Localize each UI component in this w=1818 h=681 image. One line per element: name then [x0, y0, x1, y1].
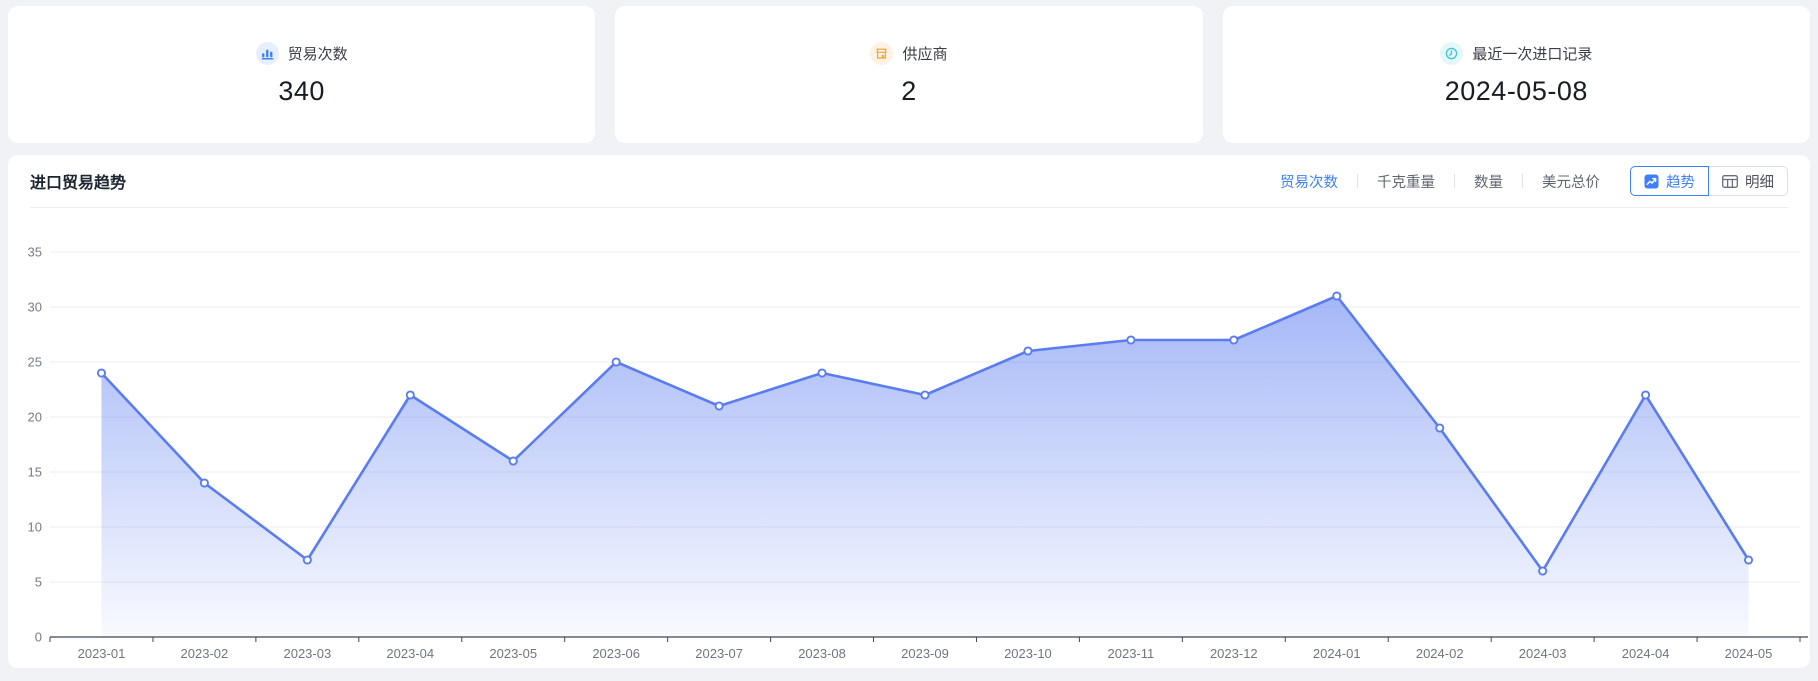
tab-kg-weight[interactable]: 千克重量: [1377, 169, 1435, 194]
stat-label: 供应商: [902, 43, 947, 64]
svg-text:2023-11: 2023-11: [1108, 646, 1155, 661]
tab-separator: [1454, 174, 1455, 188]
stat-label: 贸易次数: [288, 43, 348, 64]
shop-icon: [870, 42, 893, 65]
svg-text:2023-01: 2023-01: [78, 646, 126, 661]
svg-text:2024-03: 2024-03: [1519, 646, 1567, 661]
svg-text:2023-09: 2023-09: [901, 646, 949, 661]
svg-text:30: 30: [28, 300, 42, 315]
panel-header: 进口贸易趋势 贸易次数 千克重量 数量 美元总价: [8, 155, 1810, 207]
svg-text:2024-05: 2024-05: [1725, 646, 1773, 661]
svg-text:2024-04: 2024-04: [1622, 646, 1670, 661]
svg-text:2023-08: 2023-08: [798, 646, 846, 661]
detail-view-button[interactable]: 明细: [1708, 166, 1788, 196]
stats-row: 贸易次数 340 供应商 2 最: [8, 6, 1810, 143]
svg-text:2023-10: 2023-10: [1004, 646, 1052, 661]
stat-card-suppliers: 供应商 2: [615, 6, 1202, 143]
svg-text:5: 5: [35, 575, 42, 590]
detail-view-label: 明细: [1745, 171, 1774, 192]
svg-text:2023-02: 2023-02: [181, 646, 229, 661]
trend-view-label: 趋势: [1666, 171, 1695, 192]
stat-value: 340: [278, 76, 325, 107]
view-switch: 趋势 明细: [1630, 166, 1788, 196]
clock-icon: [1440, 42, 1463, 65]
metric-tabs: 贸易次数 千克重量 数量 美元总价: [1280, 169, 1600, 194]
table-icon: [1722, 175, 1738, 188]
svg-text:2023-12: 2023-12: [1210, 646, 1258, 661]
svg-text:2024-02: 2024-02: [1416, 646, 1464, 661]
svg-text:0: 0: [35, 630, 42, 645]
svg-text:10: 10: [28, 520, 42, 535]
svg-text:15: 15: [28, 465, 42, 480]
stat-label: 最近一次进口记录: [1472, 43, 1592, 64]
tab-separator: [1357, 174, 1358, 188]
svg-text:25: 25: [28, 355, 42, 370]
stat-value: 2: [901, 76, 917, 107]
trend-area-chart[interactable]: 0 5 10 15 20 25 30 35 2023-01 2023-02 2023-03 2023-…: [8, 208, 1810, 668]
panel-title: 进口贸易趋势: [30, 169, 126, 193]
tab-trade-count[interactable]: 贸易次数: [1280, 169, 1338, 194]
svg-text:2023-07: 2023-07: [695, 646, 743, 661]
svg-text:35: 35: [28, 245, 42, 260]
svg-text:2024-01: 2024-01: [1313, 646, 1361, 661]
svg-text:2023-04: 2023-04: [386, 646, 434, 661]
tab-usd-total[interactable]: 美元总价: [1542, 169, 1600, 194]
import-trend-panel: 进口贸易趋势 贸易次数 千克重量 数量 美元总价: [8, 155, 1810, 668]
bar-chart-icon: [256, 42, 279, 65]
svg-text:2023-03: 2023-03: [283, 646, 331, 661]
stat-card-latest-import: 最近一次进口记录 2024-05-08: [1223, 6, 1810, 143]
trend-view-button[interactable]: 趋势: [1630, 166, 1709, 196]
tab-separator: [1522, 174, 1523, 188]
stat-value: 2024-05-08: [1445, 76, 1588, 107]
svg-text:2023-05: 2023-05: [489, 646, 537, 661]
tab-quantity[interactable]: 数量: [1474, 169, 1503, 194]
trend-icon: [1644, 174, 1659, 189]
svg-text:2023-06: 2023-06: [592, 646, 640, 661]
stat-card-trade-count: 贸易次数 340: [8, 6, 595, 143]
svg-text:20: 20: [28, 410, 42, 425]
